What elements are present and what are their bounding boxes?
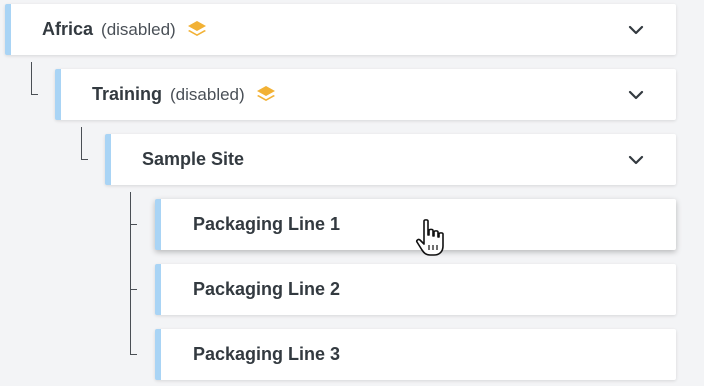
layers-icon [255,84,277,106]
node-label: Africa [42,19,94,39]
node-label: Packaging Line 1 [193,214,341,234]
layers-icon [186,19,208,41]
tree-connector-tick [31,94,38,95]
tree-node-sample-site[interactable]: Sample Site [105,134,676,185]
tree-connector-tick [130,224,137,225]
tree-node-packaging-line-2[interactable]: Packaging Line 2 [155,264,676,315]
tree-connector-tick [130,289,137,290]
tree-node-africa[interactable]: Africa (disabled) [5,4,676,55]
node-status: (disabled) [101,19,176,39]
tree-connector-tick [81,159,88,160]
node-label: Packaging Line 3 [193,344,341,364]
tree-node-packaging-line-1[interactable]: Packaging Line 1 [155,199,676,250]
chevron-down-icon[interactable] [626,85,646,105]
tree-connector-sample-site [130,192,131,354]
tree-connector-training [81,127,82,159]
chevron-down-icon[interactable] [626,20,646,40]
chevron-down-icon[interactable] [626,150,646,170]
tree-node-packaging-line-3[interactable]: Packaging Line 3 [155,329,676,380]
tree-node-training[interactable]: Training (disabled) [55,69,676,120]
tree-connector-tick [130,354,137,355]
tree-connector-africa [31,62,32,94]
node-label: Packaging Line 2 [193,279,341,299]
node-label: Training [92,84,163,104]
node-status: (disabled) [170,84,245,104]
node-label: Sample Site [142,149,245,169]
